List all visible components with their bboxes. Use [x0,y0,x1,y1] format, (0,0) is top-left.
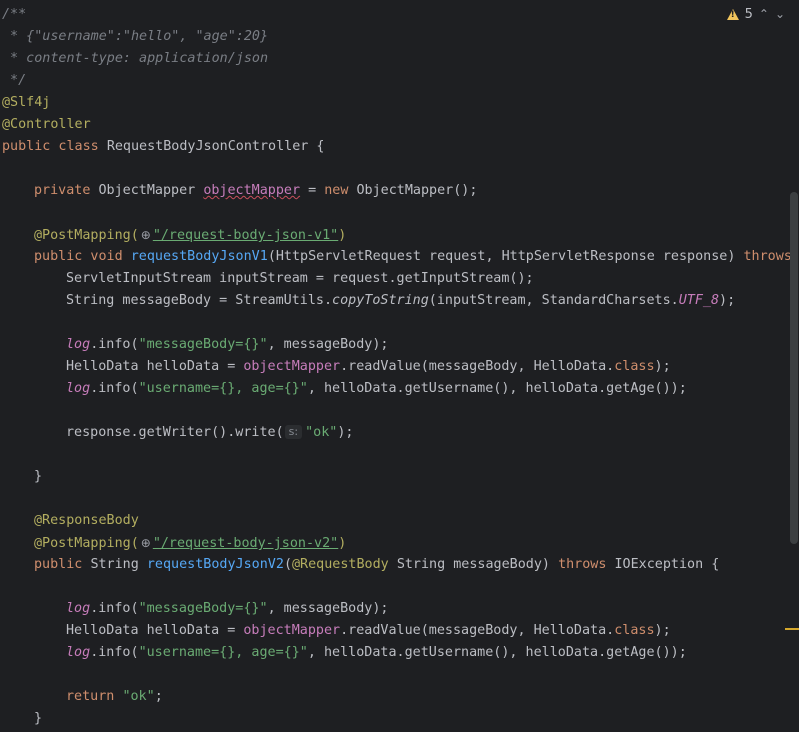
globe-icon[interactable]: ⊕ [139,224,153,246]
code-line: public void requestBodyJsonV1(HttpServle… [34,246,799,268]
field-object-mapper: objectMapper [243,623,341,638]
code-line: @ResponseBody [34,513,139,528]
code-text: (inputStream, StandardCharsets. [428,293,679,308]
code-line: */ [2,73,27,88]
params: String messageBody) [396,557,559,572]
log-field: log [66,601,91,616]
chevron-up-icon[interactable]: ⌃ [759,7,769,21]
keyword: class [614,359,655,374]
string: "messageBody={}" [138,601,268,616]
code-text: , messageBody); [267,337,389,352]
code-line: } [34,711,43,726]
code-line: * {"username":"hello", "age":20} [2,29,269,44]
code-line: return "ok"; [66,686,163,708]
vertical-scrollbar[interactable] [789,0,799,732]
code-text: response.getWriter().write( [66,425,284,440]
type: String [90,557,147,572]
code-text: .info( [90,645,139,660]
string: "username={}, age={}" [138,645,308,660]
url-link[interactable]: "/request-body-json-v2" [153,536,338,551]
field-object-mapper: objectMapper [203,183,301,198]
parameter-hint: s: [284,425,303,439]
code-line: public String requestBodyJsonV2(@Request… [34,554,719,576]
code-line: } [34,469,43,484]
code-text: String messageBody = StreamUtils. [66,293,333,308]
method-name: requestBodyJsonV1 [130,249,268,264]
code-line: HelloData helloData = objectMapper.readV… [66,620,671,642]
code-line: ServletInputStream inputStream = request… [66,271,534,286]
globe-icon[interactable]: ⊕ [139,532,153,554]
code-line: log.info("username={}, age={}", helloDat… [66,642,687,664]
url-link[interactable]: "/request-body-json-v1" [153,228,338,243]
code-line: String messageBody = StreamUtils.copyToS… [66,290,735,312]
field-object-mapper: objectMapper [243,359,341,374]
code-editor[interactable]: /** * {"username":"hello", "age":20} * c… [0,0,792,732]
annotation: @RequestBody [292,557,397,572]
code-text: HelloData helloData = [66,359,244,374]
log-field: log [66,645,91,660]
static-method: copyToString [332,293,429,308]
warning-count: 5 [744,6,753,22]
code-text: ; [154,689,163,704]
code-line: HelloData helloData = objectMapper.readV… [66,356,671,378]
code-line: @Slf4j [2,95,51,110]
code-text: .info( [90,381,139,396]
code-text: ); [654,359,671,374]
code-text: .readValue(messageBody, HelloData. [340,623,615,638]
keyword: throws [558,557,615,572]
code-line: @PostMapping(⊕ "/request-body-json-v2") [34,532,346,554]
string: "messageBody={}" [138,337,268,352]
code-line: /** [2,7,27,22]
code-line: log.info("messageBody={}", messageBody); [66,334,389,356]
constant: UTF_8 [678,293,720,308]
inspection-widget[interactable]: 5 ⌃ ⌄ [726,4,785,24]
keyword: private [34,183,99,198]
keyword: return [66,689,123,704]
code-text: , messageBody); [267,601,389,616]
keyword: class [614,623,655,638]
annotation: ) [338,536,347,551]
code-text: .readValue(messageBody, HelloData. [340,359,615,374]
code-line: private ObjectMapper objectMapper = new … [34,180,477,202]
code-line: * content-type: application/json [2,51,269,66]
annotation: @PostMapping( [34,228,139,243]
keyword: public [34,557,91,572]
code-text: IOException { [614,557,720,572]
method-name: requestBodyJsonV2 [146,557,284,572]
constructor: ObjectMapper(); [356,183,478,198]
code-text: .info( [90,337,139,352]
code-text: .info( [90,601,139,616]
annotation: @PostMapping( [34,536,139,551]
code-line: log.info("username={}, age={}", helloDat… [66,378,687,400]
string: "username={}, age={}" [138,381,308,396]
code-text: ); [337,425,354,440]
code-text: ); [654,623,671,638]
code-line: @PostMapping(⊕ "/request-body-json-v1") [34,224,346,246]
code-line: log.info("messageBody={}", messageBody); [66,598,389,620]
string: "ok" [122,689,155,704]
log-field: log [66,381,91,396]
code-text: , helloData.getUsername(), helloData.get… [307,645,687,660]
log-field: log [66,337,91,352]
code-text: , helloData.getUsername(), helloData.get… [307,381,687,396]
operator: = [300,183,325,198]
warning-marker[interactable] [785,628,799,630]
scrollbar-thumb[interactable] [790,192,798,544]
type: ObjectMapper [98,183,204,198]
code-line: response.getWriter().write(s: "ok"); [66,422,353,444]
keyword: new [324,183,357,198]
code-line: public class RequestBodyJsonController { [2,136,324,158]
keyword: public void [34,249,131,264]
annotation: ) [338,228,347,243]
code-text: HelloData helloData = [66,623,244,638]
chevron-down-icon[interactable]: ⌄ [775,7,785,21]
class-name: RequestBodyJsonController { [106,139,325,154]
warning-icon [726,8,739,20]
string: "ok" [305,425,338,440]
code-text: ); [719,293,736,308]
keyword: public class [2,139,107,154]
params: (HttpServletRequest request, HttpServlet… [267,249,744,264]
code-line: @Controller [2,117,91,132]
code-text: ( [283,557,292,572]
